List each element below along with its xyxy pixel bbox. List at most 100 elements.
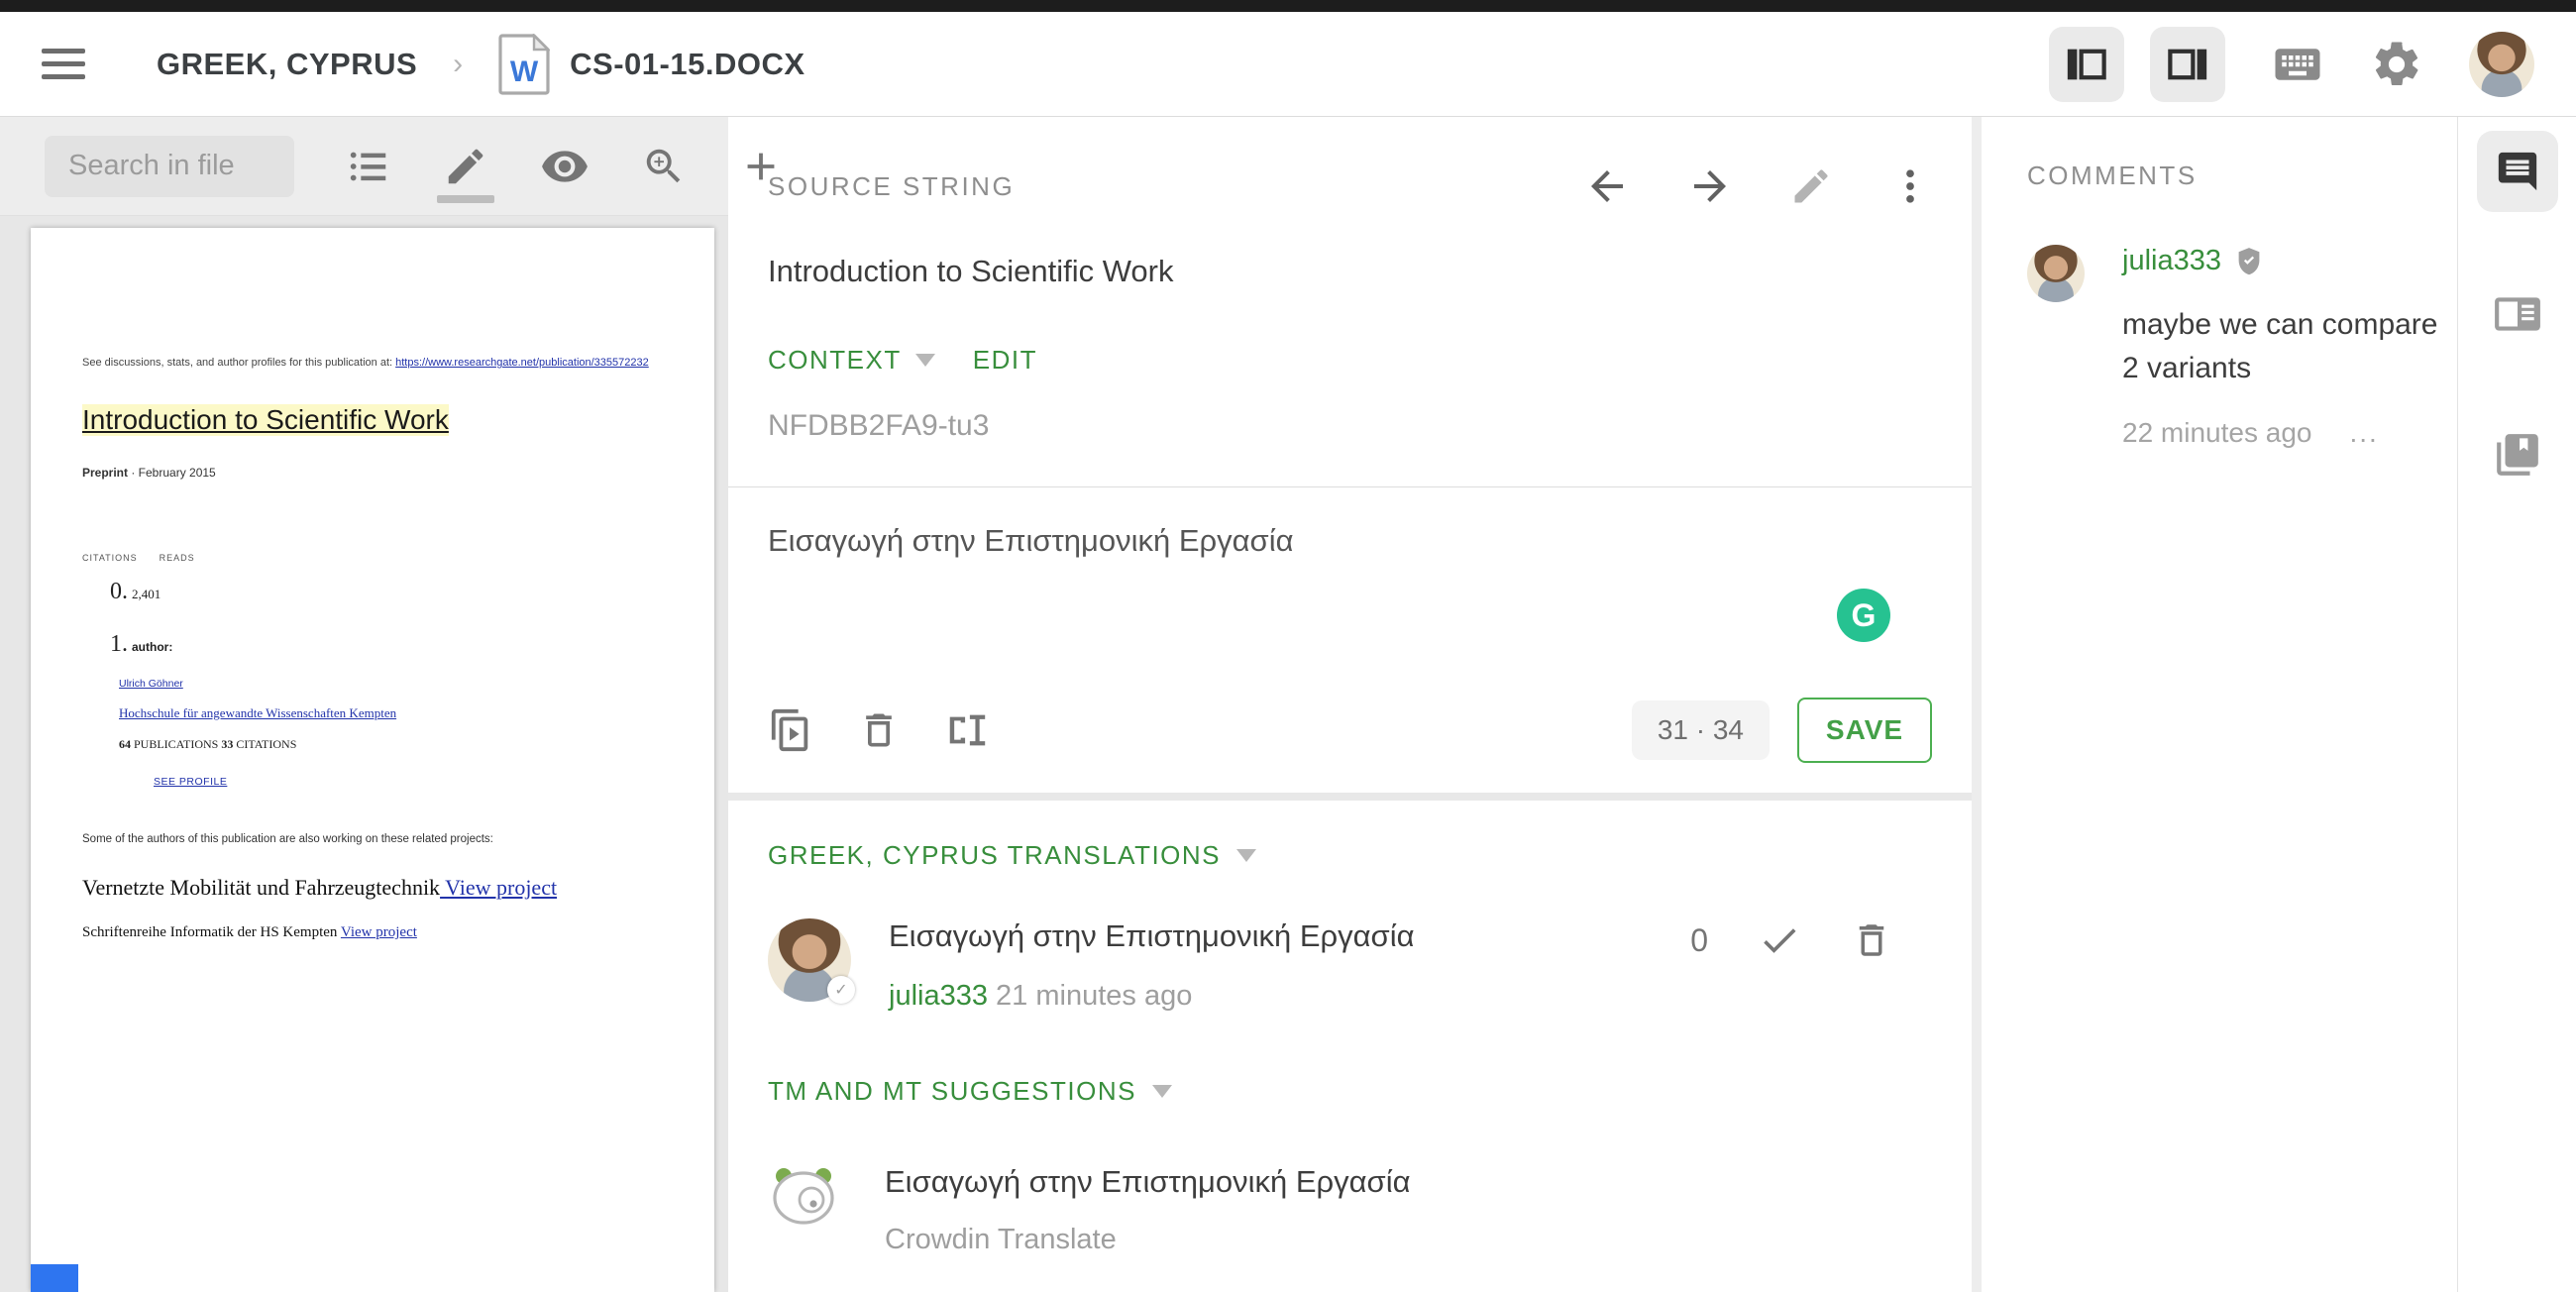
context-toggle[interactable]: CONTEXT [768,345,902,376]
translate-mode-button[interactable] [437,144,494,203]
context-chevron-down-icon[interactable] [914,354,935,367]
doc-subtitle: Preprint · February 2015 [82,466,675,480]
settings-button[interactable] [2370,38,2423,91]
right-icon-rail [2457,117,2576,1292]
previous-string-button[interactable] [1583,162,1631,210]
search-input[interactable] [45,135,294,197]
comments-tab-button[interactable] [2476,131,2558,212]
breadcrumb-project[interactable]: GREEK, CYPRUS [157,47,417,82]
suggestions-collapse-icon[interactable] [1151,1085,1172,1098]
keyboard-shortcuts-button[interactable] [2271,38,2324,91]
doc-reads-value: 2,401 [132,587,161,601]
doc-cit-num: 33 [221,737,234,751]
translation-time: 21 minutes ago [987,980,1193,1012]
translation-input[interactable]: Εισαγωγή στην Επιστημονική Εργασία [768,523,1932,559]
character-counter: 31 · 34 [1631,700,1770,760]
doc-publications-row: 64 PUBLICATIONS 33 CITATIONS [119,737,675,752]
section-divider [728,793,1972,801]
doc-project1-row: Vernetzte Mobilität und Fahrzeugtechnik … [82,875,675,901]
document-page: See discussions, stats, and author profi… [31,228,714,1292]
doc-author-name-row: Ulrich Göhner [119,678,675,690]
preview-mode-button[interactable] [540,142,590,191]
doc-project2-link[interactable]: View project [341,924,417,940]
translations-header[interactable]: GREEK, CYPRUS TRANSLATIONS [768,840,1221,871]
translation-author-link[interactable]: julia333 [889,980,988,1012]
doc-note-link[interactable]: https://www.researchgate.net/publication… [395,357,649,369]
top-bar: GREEK, CYPRUS › W CS-01-15.DOCX [0,12,2576,117]
translations-collapse-icon[interactable] [1236,849,1257,862]
doc-pub-num: 64 [119,737,131,751]
source-string-actions [1583,162,1932,210]
file-preview-panel: See discussions, stats, and author profi… [0,117,775,1292]
comments-header: COMMENTS [2027,161,2198,190]
terms-tab-button[interactable] [2493,289,2542,339]
comment-item: julia333 maybe we can compare 2 variants… [2027,245,2457,449]
context-edit-link[interactable]: EDIT [973,345,1037,376]
copy-source-button[interactable] [768,707,813,753]
doc-item-number: 1. [110,631,128,657]
breadcrumb-chevron-icon: › [453,47,464,80]
comment-bubble-icon [2498,152,2536,191]
translation-row-meta: julia333 21 minutes ago [889,980,1415,1013]
translation-row[interactable]: ✓ Εισαγωγή στην Επιστημονική Εργασία jul… [768,918,1932,1013]
save-button[interactable]: SAVE [1797,698,1932,763]
file-name: CS-01-15.DOCX [570,46,805,81]
suggestions-header[interactable]: TM AND MT SUGGESTIONS [768,1076,1136,1107]
doc-citations-label: CITATIONS [82,553,138,563]
doc-related-note: Some of the authors of this publication … [82,833,493,845]
hamburger-menu-icon[interactable] [42,43,97,86]
doc-author-row: 1. author: [110,631,675,658]
side-by-side-left-layout-button[interactable] [2049,26,2124,102]
doc-stats-labels: CITATIONS READS [82,553,675,563]
comment-author-link[interactable]: julia333 [2122,245,2221,277]
comment-more-button[interactable]: ... [2349,417,2378,449]
doc-note-text: See discussions, stats, and author profi… [82,357,396,369]
strings-list-button[interactable] [346,144,391,189]
select-text-button[interactable] [944,707,990,753]
layout-left-icon [2067,49,2106,79]
svg-text:W: W [510,55,539,88]
clear-translation-button[interactable] [857,708,901,752]
approve-translation-button[interactable] [1758,918,1801,962]
delete-translation-button[interactable] [1851,919,1892,961]
doc-project2-row: Schriftenreihe Informatik der HS Kempten… [82,924,675,941]
doc-project1-title: Vernetzte Mobilität und Fahrzeugtechnik [82,875,441,900]
translation-memory-tab-button[interactable] [2493,430,2542,480]
side-by-side-right-layout-button[interactable] [2150,26,2225,102]
doc-project1-link[interactable]: View project [440,875,557,900]
next-string-button[interactable] [1686,162,1734,210]
edit-source-button[interactable] [1789,164,1833,208]
bookmarked-books-icon [2496,434,2538,476]
pencil-icon [448,149,483,183]
doc-subtitle-rest: · February 2015 [128,466,216,480]
doc-title-highlighted-string[interactable]: Introduction to Scientific Work [82,404,449,436]
avatar-badge-icon: ✓ [827,976,855,1004]
source-string-section: SOURCE STRING Introduction to Scientific… [728,117,1972,487]
context-value: NFDBB2FA9-tu3 [768,409,990,442]
translation-author-avatar: ✓ [768,918,855,1004]
plus-icon [747,153,775,179]
comment-time: 22 minutes ago [2122,417,2312,448]
suggestion-text: Εισαγωγή στην Επιστημονική Εργασία [885,1164,1411,1199]
more-options-button[interactable] [1888,164,1932,208]
file-preview-toolbar [0,117,775,216]
comment-author-avatar[interactable] [2027,245,2085,302]
doc-see-profile-row: SEE PROFILE [154,776,675,788]
doc-affiliation-link[interactable]: Hochschule für angewandte Wissenschaften… [119,705,396,720]
grammarly-button[interactable]: G [1837,589,1890,642]
document-preview-area: See discussions, stats, and author profi… [0,216,728,1292]
doc-author-link[interactable]: Ulrich Göhner [119,678,183,690]
zoom-in-button[interactable] [641,144,687,189]
translation-row-text: Εισαγωγή στην Επιστημονική Εργασία [889,918,1415,953]
editor-panel: SOURCE STRING Introduction to Scientific… [728,117,1972,1292]
user-avatar[interactable] [2469,31,2534,97]
doc-pub-label: PUBLICATIONS [131,737,222,751]
source-string-header: SOURCE STRING [768,170,1016,201]
doc-subtitle-label: Preprint [82,466,129,480]
suggestion-row[interactable]: Εισαγωγή στην Επιστημονική Εργασία Crowd… [768,1164,1932,1256]
breadcrumb-file[interactable]: W CS-01-15.DOCX [498,33,805,95]
translation-rating: 0 [1690,921,1708,958]
add-string-button[interactable] [738,144,784,189]
doc-see-profile-link[interactable]: SEE PROFILE [154,776,227,788]
doc-affiliation-row: Hochschule für angewandte Wissenschaften… [119,705,675,721]
